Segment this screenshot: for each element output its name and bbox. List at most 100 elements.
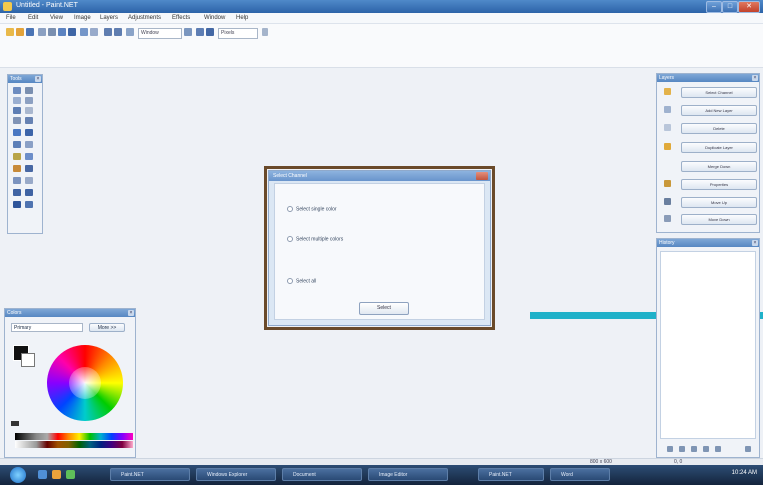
pan-icon[interactable] — [25, 107, 33, 114]
magic-wand-icon[interactable] — [13, 117, 21, 124]
rounded-rect-icon[interactable] — [25, 201, 33, 208]
browser-icon[interactable] — [66, 470, 75, 479]
history-list[interactable] — [660, 251, 756, 439]
recolor-icon[interactable] — [13, 153, 21, 160]
menu-window[interactable]: Window — [204, 15, 225, 21]
layers-button-4[interactable]: Duplicate Layer — [681, 142, 757, 153]
menu-layers[interactable]: Layers — [100, 15, 118, 21]
color-mode-select[interactable]: Primary — [11, 323, 83, 332]
freeform-icon[interactable] — [25, 189, 33, 196]
deselect-icon[interactable] — [90, 28, 98, 36]
menu-view[interactable]: View — [50, 15, 63, 21]
taskbar-item-3[interactable]: Document — [282, 468, 362, 481]
save-icon[interactable] — [26, 28, 34, 36]
radio-icon[interactable] — [287, 206, 293, 212]
rewind-icon[interactable] — [667, 446, 673, 452]
layer-icon — [664, 124, 671, 131]
layer-icon — [664, 180, 671, 187]
maximize-button[interactable]: □ — [722, 1, 738, 13]
rectangle-icon[interactable] — [13, 177, 21, 184]
cut-icon[interactable] — [48, 28, 56, 36]
clone-icon[interactable] — [13, 141, 21, 148]
print-icon[interactable] — [38, 28, 46, 36]
palette-row-2[interactable] — [15, 441, 133, 448]
grid-icon[interactable] — [126, 28, 134, 36]
dropdown-icon[interactable] — [262, 28, 268, 36]
pencil-icon[interactable] — [25, 129, 33, 136]
units-icon[interactable] — [206, 28, 214, 36]
layers-button-3[interactable]: Delete — [681, 123, 757, 134]
taskbar-item-4[interactable]: Image Editor — [368, 468, 448, 481]
ruler-icon[interactable] — [196, 28, 204, 36]
zoom-tool-icon[interactable] — [13, 107, 21, 114]
new-icon[interactable] — [6, 28, 14, 36]
option-multiple-colors[interactable]: Select multiple colors — [287, 236, 343, 242]
line-icon[interactable] — [25, 165, 33, 172]
close-icon[interactable]: × — [35, 76, 41, 82]
color-wheel[interactable] — [47, 345, 123, 421]
resize-grip-icon[interactable] — [745, 446, 751, 452]
explorer-icon[interactable] — [38, 470, 47, 479]
layers-button-7[interactable]: Move Up — [681, 197, 757, 208]
radio-icon[interactable] — [287, 278, 293, 284]
undo-icon[interactable] — [679, 446, 685, 452]
layers-button-6[interactable]: Properties — [681, 179, 757, 190]
text-icon[interactable] — [25, 153, 33, 160]
layers-button-5[interactable]: Merge Down — [681, 161, 757, 172]
units-combo[interactable]: Pixels — [218, 28, 258, 39]
layers-button-2[interactable]: Add New Layer — [681, 105, 757, 116]
menu-file[interactable]: File — [6, 15, 16, 21]
clock[interactable]: 10:24 AM — [732, 470, 757, 476]
menu-effects[interactable]: Effects — [172, 15, 190, 21]
redo-icon[interactable] — [691, 446, 697, 452]
select-rectangle-icon[interactable] — [13, 87, 21, 94]
close-icon[interactable] — [476, 172, 488, 180]
fast-forward-icon[interactable] — [703, 446, 709, 452]
tool-combo[interactable]: Window — [138, 28, 182, 39]
radio-icon[interactable] — [287, 236, 293, 242]
redo-icon[interactable] — [114, 28, 122, 36]
menu-image[interactable]: Image — [74, 15, 91, 21]
media-icon[interactable] — [52, 470, 61, 479]
close-icon[interactable]: × — [752, 75, 758, 81]
picker-icon[interactable] — [13, 165, 21, 172]
undo-icon[interactable] — [104, 28, 112, 36]
option-select-all[interactable]: Select all — [287, 278, 316, 284]
brush-icon[interactable] — [13, 129, 21, 136]
paste-icon[interactable] — [68, 28, 76, 36]
close-icon[interactable]: × — [752, 240, 758, 246]
taskbar-item-6[interactable]: Word — [550, 468, 610, 481]
select-button[interactable]: Select — [359, 302, 409, 315]
move-icon[interactable] — [25, 87, 33, 94]
palette-row-1[interactable] — [15, 433, 133, 440]
zoom-icon[interactable] — [184, 28, 192, 36]
more-colors-button[interactable]: More >> — [89, 323, 125, 332]
eraser-icon[interactable] — [25, 141, 33, 148]
copy-icon[interactable] — [58, 28, 66, 36]
option-single-color[interactable]: Select single color — [287, 206, 337, 212]
start-button[interactable] — [10, 467, 26, 483]
shape-icon[interactable] — [25, 177, 33, 184]
ellipse-icon[interactable] — [13, 189, 21, 196]
lasso-icon[interactable] — [13, 97, 21, 104]
taskbar: Paint.NET Windows Explorer Document Imag… — [0, 465, 763, 485]
gradient-icon[interactable] — [13, 201, 21, 208]
close-button[interactable]: ✕ — [738, 1, 760, 13]
ellipse-select-icon[interactable] — [25, 97, 33, 104]
taskbar-item-2[interactable]: Windows Explorer — [196, 468, 276, 481]
bucket-icon[interactable] — [25, 117, 33, 124]
layers-button-1[interactable]: Select Channel — [681, 87, 757, 98]
menu-edit[interactable]: Edit — [28, 15, 38, 21]
menu-adjustments[interactable]: Adjustments — [128, 15, 161, 21]
taskbar-item-1[interactable]: Paint.NET — [110, 468, 190, 481]
open-icon[interactable] — [16, 28, 24, 36]
swap-colors-icon[interactable] — [11, 421, 19, 426]
secondary-color-swatch[interactable] — [21, 353, 35, 367]
taskbar-item-5[interactable]: Paint.NET — [478, 468, 544, 481]
layers-button-8[interactable]: Move Down — [681, 214, 757, 225]
menu-help[interactable]: Help — [236, 15, 248, 21]
close-icon[interactable]: × — [128, 310, 134, 316]
delete-history-icon[interactable] — [715, 446, 721, 452]
crop-icon[interactable] — [80, 28, 88, 36]
minimize-button[interactable]: – — [706, 1, 722, 13]
